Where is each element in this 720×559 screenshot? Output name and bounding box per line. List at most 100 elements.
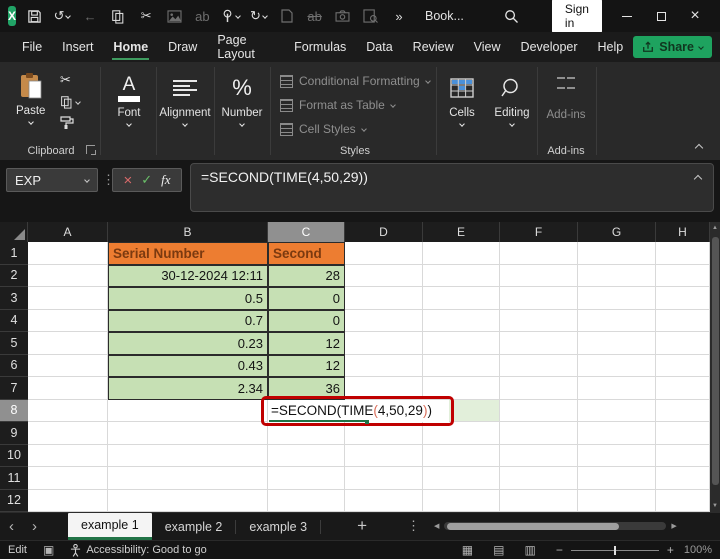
cell-H3[interactable] xyxy=(656,287,710,310)
formula-input[interactable]: =SECOND(TIME(4,50,29)) xyxy=(190,163,714,212)
picture-button[interactable] xyxy=(164,5,184,27)
cell-D5[interactable] xyxy=(345,332,423,355)
cell-A1[interactable] xyxy=(28,242,108,265)
accessibility-status[interactable]: Accessibility: Good to go xyxy=(70,543,207,557)
row-header-10[interactable]: 10 xyxy=(0,444,28,467)
maximize-button[interactable] xyxy=(644,2,678,30)
tab-insert[interactable]: Insert xyxy=(52,32,103,62)
cell-F5[interactable] xyxy=(500,332,578,355)
sheet-next-icon[interactable]: › xyxy=(23,512,46,540)
cell-F2[interactable] xyxy=(500,264,578,287)
copy-button[interactable] xyxy=(108,5,128,27)
row-header-5[interactable]: 5 xyxy=(0,332,28,355)
horizontal-scroll-track[interactable] xyxy=(444,522,667,530)
cell-A10[interactable] xyxy=(28,444,108,467)
cell-H2[interactable] xyxy=(656,264,710,287)
close-button[interactable]: × xyxy=(678,2,712,30)
tab-file[interactable]: File xyxy=(12,32,52,62)
cell-C1[interactable]: Second xyxy=(268,242,345,265)
tab-developer[interactable]: Developer xyxy=(511,32,588,62)
row-header-3[interactable]: 3 xyxy=(0,287,28,310)
column-header-D[interactable]: D xyxy=(345,222,423,242)
cell-F6[interactable] xyxy=(500,354,578,377)
find-replace-button[interactable]: ab xyxy=(192,5,212,27)
new-sheet-button[interactable]: + xyxy=(357,512,367,540)
touch-mode-button[interactable] xyxy=(220,5,241,27)
insert-function-button[interactable]: fx xyxy=(161,172,170,188)
share-button[interactable]: Share xyxy=(633,36,712,58)
row-header-2[interactable]: 2 xyxy=(0,264,28,287)
cell-E2[interactable] xyxy=(423,264,500,287)
column-header-F[interactable]: F xyxy=(500,222,578,242)
column-header-H[interactable]: H xyxy=(656,222,710,242)
search-button[interactable] xyxy=(502,5,522,27)
column-header-E[interactable]: E xyxy=(423,222,500,242)
cell-A3[interactable] xyxy=(28,287,108,310)
sheet-prev-icon[interactable]: ‹ xyxy=(0,512,23,540)
zoom-slider[interactable] xyxy=(570,545,659,556)
row-header-6[interactable]: 6 xyxy=(0,354,28,377)
scroll-left-icon[interactable]: ◀ xyxy=(434,522,439,530)
cell-F9[interactable] xyxy=(500,422,578,445)
cell-B11[interactable] xyxy=(108,467,268,490)
edit-cell-fill-handle[interactable] xyxy=(365,420,369,424)
cell-G4[interactable] xyxy=(578,309,656,332)
cell-B10[interactable] xyxy=(108,444,268,467)
tab-draw[interactable]: Draw xyxy=(158,32,207,62)
cell-G2[interactable] xyxy=(578,264,656,287)
cell-H10[interactable] xyxy=(656,444,710,467)
cell-E1[interactable] xyxy=(423,242,500,265)
cell-B12[interactable] xyxy=(108,489,268,512)
cell-G11[interactable] xyxy=(578,467,656,490)
paste-button[interactable]: Paste xyxy=(16,70,45,125)
cut-button[interactable]: ✂ xyxy=(136,5,156,27)
cell-F10[interactable] xyxy=(500,444,578,467)
horizontal-scroll-thumb[interactable] xyxy=(447,522,620,530)
cell-E11[interactable] xyxy=(423,467,500,490)
font-group-button[interactable]: A Font xyxy=(103,72,155,127)
row-header-12[interactable]: 12 xyxy=(0,489,28,512)
editing-group-button[interactable]: Editing xyxy=(488,72,536,127)
cell-G10[interactable] xyxy=(578,444,656,467)
save-button[interactable] xyxy=(24,5,44,27)
sheet-tab-example-2[interactable]: example 2 xyxy=(152,513,236,540)
collapse-formula-bar-icon[interactable] xyxy=(693,174,703,184)
zoom-level-label[interactable]: 100% xyxy=(684,544,712,556)
cell-C10[interactable] xyxy=(268,444,345,467)
tab-page-layout[interactable]: Page Layout xyxy=(207,32,284,62)
cell-E4[interactable] xyxy=(423,309,500,332)
page-layout-view-icon[interactable]: ▤ xyxy=(493,544,504,556)
name-box[interactable]: EXP xyxy=(6,168,98,192)
cell-A12[interactable] xyxy=(28,489,108,512)
camera-button[interactable] xyxy=(333,5,353,27)
tab-help[interactable]: Help xyxy=(588,32,634,62)
cell-A7[interactable] xyxy=(28,377,108,400)
clipboard-dialog-launcher-icon[interactable] xyxy=(86,145,96,155)
normal-view-icon[interactable]: ▦ xyxy=(462,544,473,556)
cell-E12[interactable] xyxy=(423,489,500,512)
column-header-G[interactable]: G xyxy=(578,222,656,242)
cell-F3[interactable] xyxy=(500,287,578,310)
macro-record-icon[interactable]: ▣ xyxy=(43,544,54,556)
cell-H12[interactable] xyxy=(656,489,710,512)
format-as-table-button[interactable]: Format as Table xyxy=(280,93,430,117)
cell-G7[interactable] xyxy=(578,377,656,400)
cell-E5[interactable] xyxy=(423,332,500,355)
sheet-tab-example-1[interactable]: example 1 xyxy=(68,513,152,540)
zoom-out-icon[interactable]: − xyxy=(556,544,563,556)
page-break-view-icon[interactable]: ▥ xyxy=(524,544,535,556)
copy-button[interactable] xyxy=(60,95,81,109)
cell-H5[interactable] xyxy=(656,332,710,355)
cell-B2[interactable]: 30-12-2024 12:11 xyxy=(108,264,268,287)
cell-A9[interactable] xyxy=(28,422,108,445)
cut-button[interactable]: ✂ xyxy=(60,72,71,88)
cell-F4[interactable] xyxy=(500,309,578,332)
number-group-button[interactable]: % Number xyxy=(215,72,269,127)
cell-C12[interactable] xyxy=(268,489,345,512)
column-header-C[interactable]: C xyxy=(268,222,345,242)
scroll-down-icon[interactable]: ▼ xyxy=(712,503,718,509)
format-painter-button[interactable] xyxy=(60,116,74,129)
cell-C4[interactable]: 0 xyxy=(268,309,345,332)
row-header-4[interactable]: 4 xyxy=(0,309,28,332)
cell-A11[interactable] xyxy=(28,467,108,490)
